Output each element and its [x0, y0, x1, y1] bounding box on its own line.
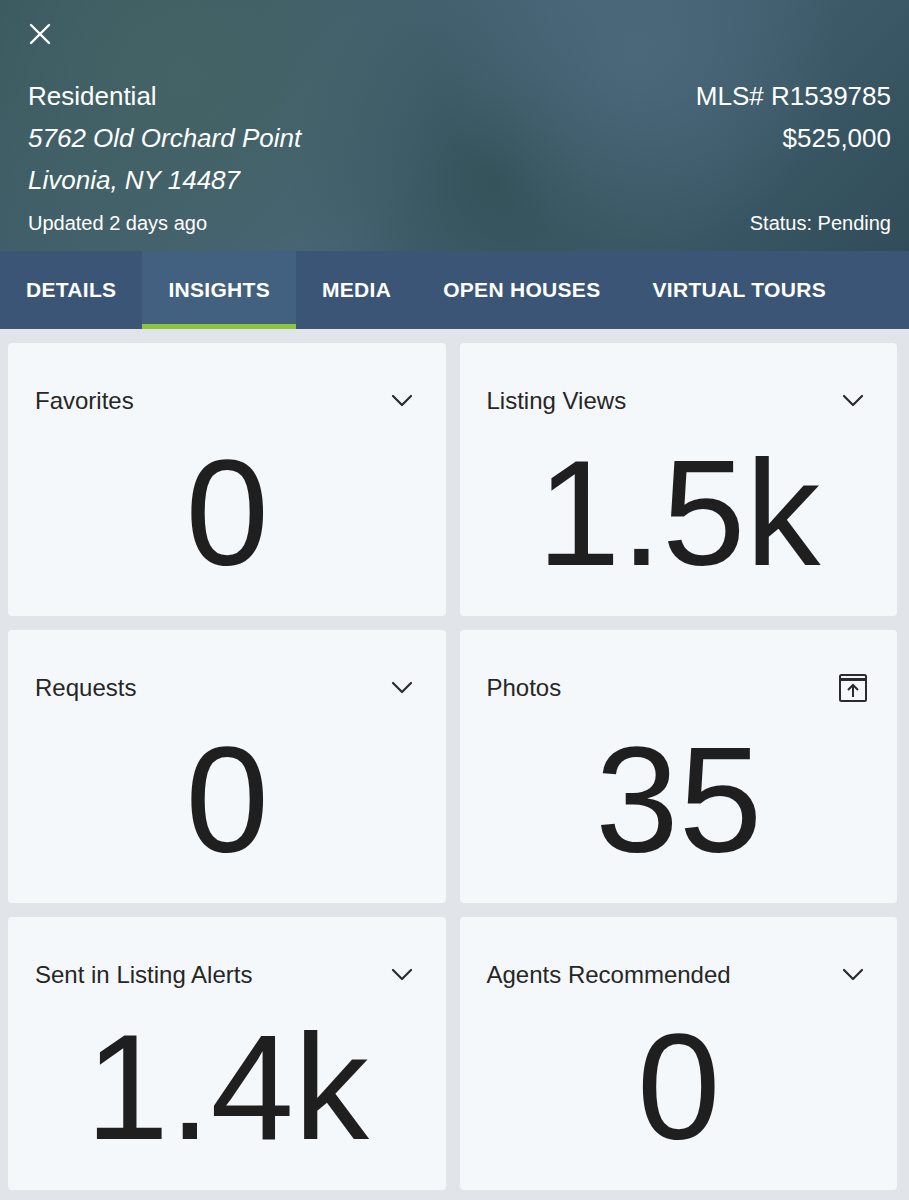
card-value: 35 — [595, 710, 762, 880]
insight-card: Agents Recommended 0 — [460, 917, 898, 1190]
chevron-down-icon — [842, 968, 864, 982]
card-header: Agents Recommended — [487, 957, 872, 993]
card-body-area: 35 — [487, 706, 872, 883]
listing-price: $525,000 — [783, 117, 891, 159]
insight-card: Photos 35 — [460, 630, 898, 903]
chevron-down-icon — [391, 968, 413, 982]
insight-card: Favorites 0 — [8, 343, 446, 616]
tab[interactable]: DETAILS — [0, 251, 142, 329]
card-value: 1.5k — [537, 423, 821, 593]
export-icon — [837, 672, 869, 704]
export-button[interactable] — [835, 670, 871, 706]
insight-card: Sent in Listing Alerts 1.4k — [8, 917, 446, 1190]
insight-card: Listing Views 1.5k — [460, 343, 898, 616]
listing-status: Status: Pending — [750, 209, 891, 237]
card-title: Sent in Listing Alerts — [35, 957, 252, 993]
chevron-down-icon — [842, 394, 864, 408]
close-icon — [28, 22, 52, 46]
header-row: 5762 Old Orchard Point $525,000 — [28, 117, 891, 159]
expand-button[interactable] — [835, 383, 871, 419]
chevron-down-icon — [391, 681, 413, 695]
card-body-area: 1.4k — [35, 993, 420, 1170]
header-row: Updated 2 days ago Status: Pending — [28, 201, 891, 237]
card-title: Photos — [487, 670, 562, 706]
card-title: Favorites — [35, 383, 134, 419]
insight-card: Requests 0 — [8, 630, 446, 903]
tab[interactable]: VIRTUAL TOURS — [626, 251, 851, 329]
tab[interactable]: INSIGHTS — [142, 251, 296, 329]
card-value: 1.4k — [85, 997, 369, 1167]
tab[interactable]: OPEN HOUSES — [417, 251, 626, 329]
header-row: Livonia, NY 14487 — [28, 159, 891, 201]
chevron-down-icon — [391, 394, 413, 408]
expand-button[interactable] — [384, 670, 420, 706]
address-street: 5762 Old Orchard Point — [28, 117, 301, 159]
card-body-area: 1.5k — [487, 419, 872, 596]
card-value: 0 — [637, 997, 720, 1167]
card-value: 0 — [186, 710, 269, 880]
expand-button[interactable] — [384, 383, 420, 419]
card-header: Sent in Listing Alerts — [35, 957, 420, 993]
expand-button[interactable] — [384, 957, 420, 993]
card-header: Listing Views — [487, 383, 872, 419]
tab-bar: DETAILSINSIGHTSMEDIAOPEN HOUSESVIRTUAL T… — [0, 251, 909, 329]
card-body-area: 0 — [35, 706, 420, 883]
insights-grid: Favorites 0 Listing Views 1.5k Requests 0 Phot… — [0, 329, 909, 1198]
card-body-area: 0 — [487, 993, 872, 1170]
close-button[interactable] — [28, 22, 52, 46]
header-row: Residential MLS# R1539785 — [28, 75, 891, 117]
address-city: Livonia, NY 14487 — [28, 159, 240, 201]
card-header: Requests — [35, 670, 420, 706]
card-title: Requests — [35, 670, 136, 706]
card-body-area: 0 — [35, 419, 420, 596]
listing-header: ResidentialMLS# R15397855762 Old Orchard… — [0, 0, 909, 251]
card-title: Listing Views — [487, 383, 627, 419]
mls-number: MLS# R1539785 — [696, 75, 891, 117]
expand-button[interactable] — [835, 957, 871, 993]
card-header: Photos — [487, 670, 872, 706]
card-title: Agents Recommended — [487, 957, 731, 993]
listing-type: Residential — [28, 75, 157, 117]
card-header: Favorites — [35, 383, 420, 419]
updated-time: Updated 2 days ago — [28, 209, 207, 237]
card-value: 0 — [186, 423, 269, 593]
tab[interactable]: MEDIA — [296, 251, 417, 329]
